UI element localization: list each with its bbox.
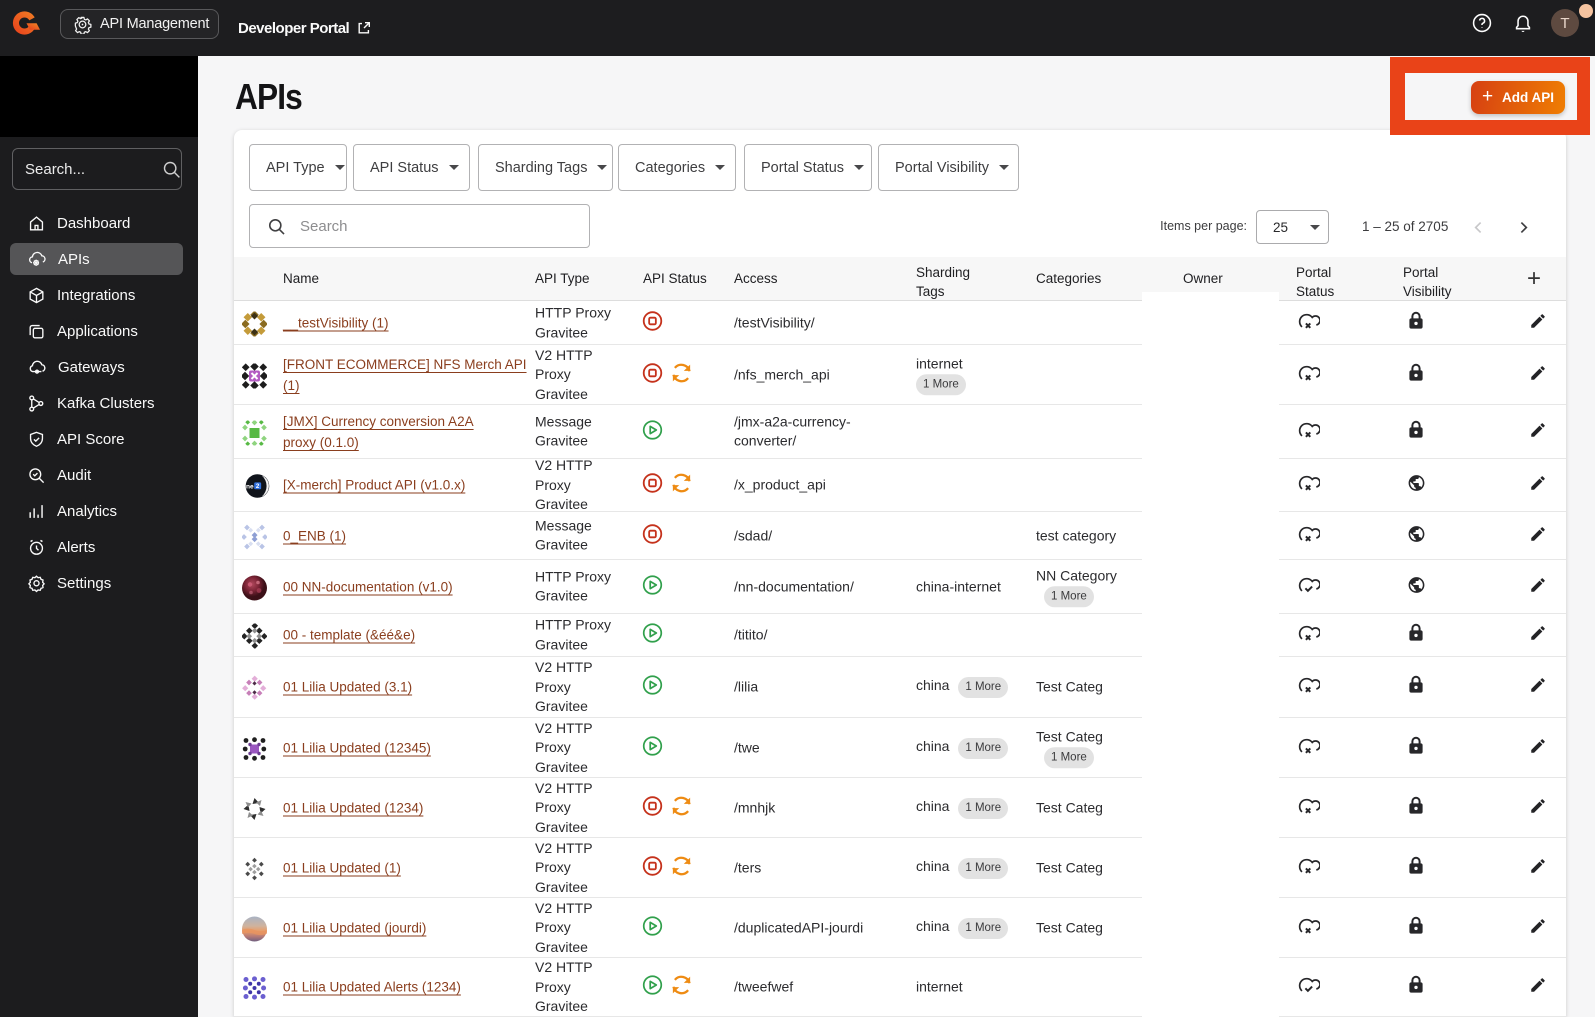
svg-text:2: 2: [256, 483, 260, 490]
svg-text:ine: ine: [244, 484, 254, 491]
